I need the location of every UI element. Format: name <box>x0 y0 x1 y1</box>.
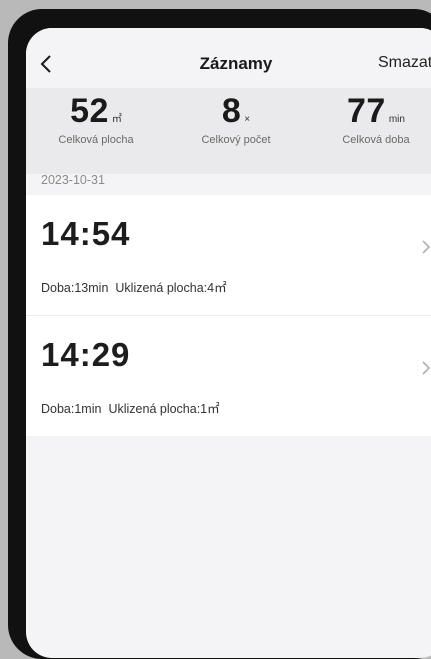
record-time: 14:54 <box>41 215 131 252</box>
stat-label: Celkový počet <box>201 134 271 146</box>
chevron-right-icon <box>422 361 431 375</box>
stat-unit: min <box>388 114 405 125</box>
record-duration: Doba:13min <box>41 281 109 295</box>
delete-button[interactable]: Smazat <box>378 54 431 72</box>
page-title: Záznamy <box>199 54 273 73</box>
phone-frame: Záznamy Smazat 52 ㎡ Celková plocha 8 × C… <box>8 9 431 659</box>
header: Záznamy Smazat 52 ㎡ Celková plocha 8 × C… <box>26 28 431 174</box>
stat-value: 8 <box>221 92 242 130</box>
date-group-header: 2023-10-31 <box>41 173 105 187</box>
chevron-right-icon <box>422 240 431 254</box>
stat-label: Celková doba <box>342 134 410 146</box>
record-time: 14:29 <box>41 336 131 373</box>
stat-total-time: 77 min Celková doba <box>306 88 431 146</box>
record-area: Uklizená plocha:4㎡ <box>115 281 227 295</box>
summary-stats: 52 ㎡ Celková plocha 8 × Celkový počet 77 <box>26 88 431 174</box>
stat-total-area: 52 ㎡ Celková plocha <box>26 88 166 146</box>
record-area: Uklizená plocha:1㎡ <box>108 402 220 416</box>
record-duration: Doba:1min <box>41 402 102 416</box>
stat-unit: ㎡ <box>111 114 122 125</box>
record-details: Doba:13min Uklizená plocha:4㎡ <box>41 277 227 296</box>
stat-value: 77 <box>347 92 386 130</box>
record-details: Doba:1min Uklizená plocha:1㎡ <box>41 398 220 417</box>
stat-value: 52 <box>70 92 109 130</box>
stat-total-count: 8 × Celkový počet <box>166 88 306 146</box>
stat-unit: × <box>244 114 251 125</box>
record-item[interactable]: 14:29 Doba:1min Uklizená plocha:1㎡ <box>26 316 431 436</box>
stat-label: Celková plocha <box>58 134 134 146</box>
records-screen: Záznamy Smazat 52 ㎡ Celková plocha 8 × C… <box>26 28 431 658</box>
record-item[interactable]: 14:54 Doba:13min Uklizená plocha:4㎡ <box>26 195 431 315</box>
